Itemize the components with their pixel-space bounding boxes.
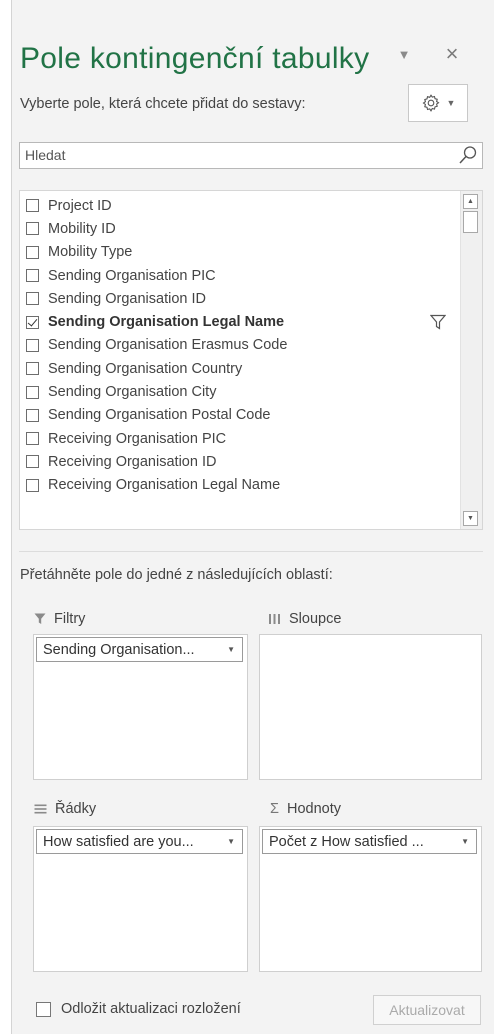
field-item[interactable]: Mobility ID	[20, 217, 460, 240]
field-label: Project ID	[48, 197, 112, 214]
pane-title: Pole kontingenční tabulky	[20, 42, 370, 75]
filters-area-label: Filtry	[34, 611, 85, 627]
columns-area-label: Sloupce	[268, 611, 341, 627]
scroll-thumb[interactable]	[463, 211, 478, 233]
defer-layout-label: Odložit aktualizaci rozložení	[61, 1001, 241, 1017]
field-list-scrollbar[interactable]: ▲ ▼	[460, 191, 482, 529]
field-checkbox[interactable]	[26, 455, 39, 469]
field-item[interactable]: Receiving Organisation ID	[20, 450, 460, 473]
field-items: Project ID Mobility ID Mobility Type Sendin…	[20, 194, 460, 497]
field-item[interactable]: Receiving Organisation Legal Name	[20, 474, 460, 497]
field-label: Sending Organisation Erasmus Code	[48, 337, 288, 354]
field-checkbox[interactable]	[26, 478, 39, 492]
field-label: Mobility Type	[48, 244, 133, 261]
field-checkbox[interactable]	[26, 362, 39, 376]
columns-icon	[269, 614, 280, 624]
field-checkbox[interactable]	[26, 315, 39, 329]
field-checkbox[interactable]	[26, 245, 39, 259]
field-label: Sending Organisation City	[48, 384, 217, 401]
chevron-down-icon[interactable]: ▼	[392, 42, 416, 66]
chevron-down-icon[interactable]: ▼	[227, 645, 235, 654]
pane-subtitle: Vyberte pole, která chcete přidat do ses…	[20, 96, 306, 112]
areas-hint: Přetáhněte pole do jedné z následujících…	[20, 567, 333, 583]
rows-area-label: Řádky	[34, 801, 96, 817]
field-label: Receiving Organisation PIC	[48, 430, 227, 447]
search-icon[interactable]	[458, 145, 478, 165]
rows-drop-area[interactable]: How satisfied are you... ▼	[33, 826, 248, 972]
field-item[interactable]: Sending Organisation Legal Name	[20, 310, 460, 333]
field-label: Sending Organisation PIC	[48, 267, 216, 284]
scroll-up-arrow-icon[interactable]: ▲	[463, 194, 478, 209]
search-input[interactable]	[25, 147, 445, 163]
field-label: Receiving Organisation ID	[48, 453, 217, 470]
field-item[interactable]: Project ID	[20, 194, 460, 217]
field-item[interactable]: Sending Organisation City	[20, 380, 460, 403]
values-area-label: Σ Hodnoty	[270, 801, 341, 817]
field-label: Receiving Organisation Legal Name	[48, 477, 281, 494]
field-checkbox[interactable]	[26, 292, 39, 306]
field-item[interactable]: Mobility Type	[20, 241, 460, 264]
chevron-down-icon[interactable]: ▼	[227, 837, 235, 846]
sigma-icon: Σ	[270, 801, 279, 817]
field-label: Sending Organisation ID	[48, 290, 206, 307]
field-label: Sending Organisation Legal Name	[48, 314, 285, 331]
field-item[interactable]: Sending Organisation Erasmus Code	[20, 334, 460, 357]
values-field-chip[interactable]: Počet z How satisfied ... ▼	[262, 829, 477, 854]
filters-drop-area[interactable]: Sending Organisation... ▼	[33, 634, 248, 780]
chevron-down-icon: ▼	[446, 98, 456, 108]
chevron-down-icon[interactable]: ▼	[461, 837, 469, 846]
columns-drop-area[interactable]	[259, 634, 482, 780]
field-checkbox[interactable]	[26, 432, 39, 446]
field-item[interactable]: Sending Organisation Country	[20, 357, 460, 380]
gear-icon	[422, 94, 440, 112]
field-list: Project ID Mobility ID Mobility Type Sendin…	[19, 190, 483, 530]
field-label: Sending Organisation Country	[48, 360, 243, 377]
values-drop-area[interactable]: Počet z How satisfied ... ▼	[259, 826, 482, 972]
field-checkbox[interactable]	[26, 222, 39, 236]
rows-field-chip[interactable]: How satisfied are you... ▼	[36, 829, 243, 854]
section-divider	[19, 551, 483, 552]
field-item[interactable]: Sending Organisation Postal Code	[20, 404, 460, 427]
filter-icon[interactable]	[430, 314, 446, 331]
field-checkbox[interactable]	[26, 269, 39, 283]
field-checkbox[interactable]	[26, 385, 39, 399]
field-checkbox[interactable]	[26, 338, 39, 352]
field-list-settings-button[interactable]: ▼	[408, 84, 468, 122]
filter-icon	[34, 613, 46, 624]
field-label: Mobility ID	[48, 220, 116, 237]
field-item[interactable]: Sending Organisation PIC	[20, 264, 460, 287]
field-checkbox[interactable]	[26, 199, 39, 213]
search-box[interactable]	[19, 142, 483, 169]
update-button[interactable]: Aktualizovat	[373, 995, 481, 1025]
field-checkbox[interactable]	[26, 408, 39, 422]
field-item[interactable]: Receiving Organisation PIC	[20, 427, 460, 450]
close-icon[interactable]: ×	[440, 40, 464, 68]
field-item[interactable]: Sending Organisation ID	[20, 287, 460, 310]
filters-field-chip[interactable]: Sending Organisation... ▼	[36, 637, 243, 662]
rows-icon	[34, 804, 47, 814]
field-label: Sending Organisation Postal Code	[48, 407, 271, 424]
defer-layout-checkbox[interactable]	[36, 1002, 51, 1017]
scroll-down-arrow-icon[interactable]: ▼	[463, 511, 478, 526]
